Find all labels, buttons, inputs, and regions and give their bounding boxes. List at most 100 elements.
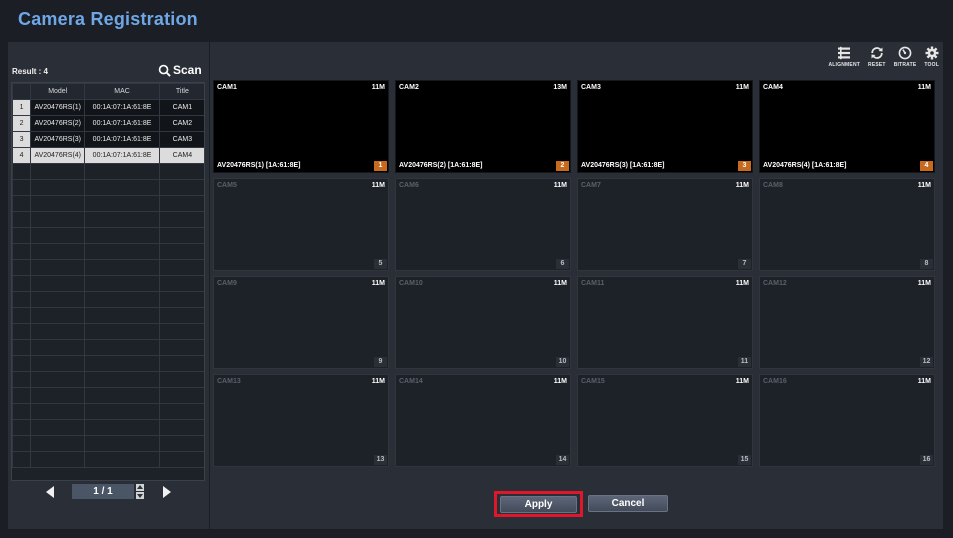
channel-number-badge: 8 <box>920 259 933 269</box>
tool-label: TOOL <box>924 62 939 68</box>
resolution-label: 11M <box>917 280 931 287</box>
camera-tile[interactable]: CAM3 11M 3 AV20476RS(3) [1A:61:8E] <box>577 80 753 173</box>
resolution-label: 11M <box>735 280 749 287</box>
empty-cell <box>158 275 204 292</box>
row-mac: 00:1A:07:1A:61:8E <box>84 147 160 164</box>
resolution-label: 11M <box>917 378 931 385</box>
camera-tile[interactable]: CAM5 11M 5 <box>213 178 389 271</box>
empty-cell <box>12 323 32 340</box>
empty-row <box>12 403 204 420</box>
channel-number-badge: 14 <box>556 455 569 465</box>
apply-button[interactable]: Apply <box>500 496 577 513</box>
prev-page-button[interactable] <box>46 486 54 498</box>
empty-cell <box>12 227 32 244</box>
empty-cell <box>158 355 204 372</box>
empty-cell <box>30 339 86 356</box>
camera-name-label: CAM10 <box>399 280 423 287</box>
channel-number-badge: 11 <box>738 357 751 367</box>
next-page-button[interactable] <box>163 486 171 498</box>
table-row[interactable]: 4 AV20476RS(4) 00:1A:07:1A:61:8E CAM4 <box>12 147 204 164</box>
camera-tile[interactable]: CAM12 11M 12 <box>759 276 935 369</box>
camera-tile[interactable]: CAM16 11M 16 <box>759 374 935 467</box>
column-header-index <box>12 83 32 100</box>
row-title: CAM4 <box>158 147 204 164</box>
empty-cell <box>30 163 86 180</box>
empty-cell <box>30 355 86 372</box>
channel-number-badge: 12 <box>920 357 933 367</box>
resolution-label: 13M <box>553 84 567 91</box>
page-stepper[interactable] <box>136 484 144 499</box>
table-row[interactable]: 3 AV20476RS(3) 00:1A:07:1A:61:8E CAM3 <box>12 131 204 148</box>
empty-row <box>12 355 204 372</box>
camera-tile[interactable]: CAM14 11M 14 <box>395 374 571 467</box>
camera-tile[interactable]: CAM8 11M 8 <box>759 178 935 271</box>
empty-cell <box>158 403 204 420</box>
empty-cell <box>158 163 204 180</box>
tool-button[interactable]: TOOL <box>924 46 939 72</box>
empty-row <box>12 307 204 324</box>
empty-cell <box>158 451 204 468</box>
resolution-label: 11M <box>371 182 385 189</box>
search-icon <box>158 64 171 77</box>
row-model: AV20476RS(1) <box>30 99 86 116</box>
reset-label: RESET <box>868 62 886 68</box>
device-label: AV20476RS(2) [1A:61:8E] <box>399 162 483 169</box>
empty-cell <box>158 435 204 452</box>
alignment-icon <box>838 46 851 60</box>
camera-tile[interactable]: CAM1 11M 1 AV20476RS(1) [1A:61:8E] <box>213 80 389 173</box>
camera-tile[interactable]: CAM11 11M 11 <box>577 276 753 369</box>
camera-tile[interactable]: CAM15 11M 15 <box>577 374 753 467</box>
empty-cell <box>84 339 160 356</box>
camera-tile[interactable]: CAM6 11M 6 <box>395 178 571 271</box>
reset-button[interactable]: RESET <box>868 46 886 72</box>
camera-tile[interactable]: CAM4 11M 4 AV20476RS(4) [1A:61:8E] <box>759 80 935 173</box>
empty-cell <box>84 435 160 452</box>
cancel-button[interactable]: Cancel <box>588 495 668 512</box>
empty-cell <box>30 243 86 260</box>
camera-tile[interactable]: CAM2 13M 2 AV20476RS(2) [1A:61:8E] <box>395 80 571 173</box>
row-index: 1 <box>12 99 32 116</box>
alignment-button[interactable]: ALIGNMENT <box>828 46 860 72</box>
empty-cell <box>12 291 32 308</box>
table-row[interactable]: 2 AV20476RS(2) 00:1A:07:1A:61:8E CAM2 <box>12 115 204 132</box>
empty-row <box>12 243 204 260</box>
empty-row <box>12 211 204 228</box>
stepper-down-icon[interactable] <box>136 492 144 499</box>
stepper-up-icon[interactable] <box>136 484 144 491</box>
empty-cell <box>84 211 160 228</box>
camera-name-label: CAM3 <box>581 84 601 91</box>
camera-tile[interactable]: CAM9 11M 9 <box>213 276 389 369</box>
empty-row <box>12 323 204 340</box>
apply-highlight: Apply <box>494 491 583 517</box>
resolution-label: 11M <box>371 84 385 91</box>
camera-tile[interactable]: CAM13 11M 13 <box>213 374 389 467</box>
camera-grid-panel: ALIGNMENT RESET BITRATE TOOL CAM1 11M 1 … <box>210 42 943 529</box>
empty-cell <box>12 211 32 228</box>
empty-cell <box>158 419 204 436</box>
camera-name-label: CAM1 <box>217 84 237 91</box>
empty-row <box>12 291 204 308</box>
empty-cell <box>84 227 160 244</box>
empty-cell <box>158 307 204 324</box>
empty-cell <box>30 435 86 452</box>
channel-number-badge: 3 <box>738 161 751 171</box>
scan-button[interactable]: Scan <box>158 62 202 78</box>
empty-row <box>12 195 204 212</box>
row-mac: 00:1A:07:1A:61:8E <box>84 99 160 116</box>
camera-tile[interactable]: CAM7 11M 7 <box>577 178 753 271</box>
channel-number-badge: 9 <box>374 357 387 367</box>
bitrate-button[interactable]: BITRATE <box>894 46 917 72</box>
pagination: 1 / 1 <box>8 483 209 501</box>
refresh-icon <box>871 47 883 59</box>
page-input[interactable]: 1 / 1 <box>72 484 134 499</box>
camera-name-label: CAM8 <box>763 182 783 189</box>
row-index: 2 <box>12 115 32 132</box>
empty-cell <box>84 419 160 436</box>
empty-cell <box>30 419 86 436</box>
table-row[interactable]: 1 AV20476RS(1) 00:1A:07:1A:61:8E CAM1 <box>12 99 204 116</box>
resolution-label: 11M <box>553 378 567 385</box>
channel-number-badge: 7 <box>738 259 751 269</box>
row-index: 4 <box>12 147 32 164</box>
camera-tile[interactable]: CAM10 11M 10 <box>395 276 571 369</box>
camera-table: Model MAC Title 1 AV20476RS(1) 00:1A:07:1A… <box>11 82 205 481</box>
